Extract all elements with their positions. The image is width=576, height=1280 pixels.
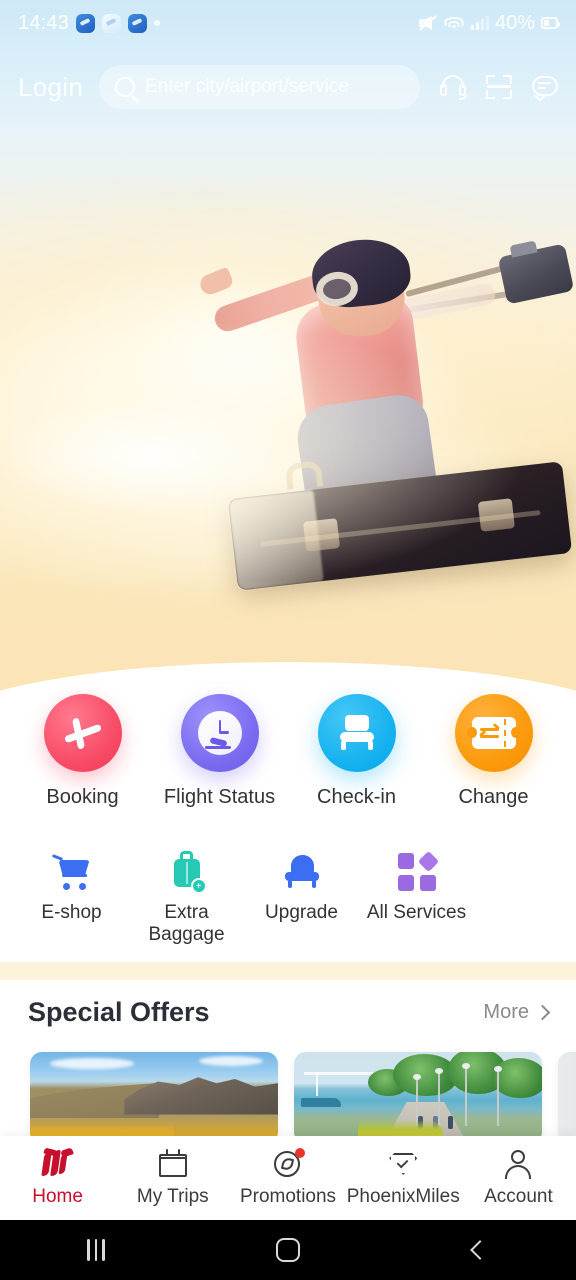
battery-icon xyxy=(541,17,560,29)
nav-label: Account xyxy=(484,1186,553,1207)
calendar-icon xyxy=(156,1148,190,1180)
quick-action-label: Change xyxy=(458,786,529,808)
mute-icon xyxy=(418,15,438,31)
status-time: 14:43 xyxy=(18,11,70,34)
more-label: More xyxy=(483,1000,529,1023)
offer-card-mountain[interactable] xyxy=(30,1052,278,1144)
compass-icon xyxy=(271,1148,305,1180)
phoenix-logo-icon xyxy=(40,1147,75,1180)
cart-icon xyxy=(51,848,92,896)
services-row: E-shop + Extra Baggage Upgrade All Servi… xyxy=(0,848,576,946)
person-icon xyxy=(501,1148,535,1180)
quick-action-booking[interactable]: Booking xyxy=(21,694,145,809)
battery-percent: 40% xyxy=(494,11,535,34)
nav-label: Promotions xyxy=(239,1186,337,1207)
more-link[interactable]: More xyxy=(483,1000,551,1024)
quick-action-check-in[interactable]: Check-in xyxy=(295,694,419,809)
offer-image xyxy=(294,1052,542,1144)
nav-item-promotions[interactable]: Promotions xyxy=(230,1148,345,1208)
status-bar-left: 14:43 xyxy=(18,11,161,35)
suitcase-shape xyxy=(227,461,573,591)
service-e-shop[interactable]: E-shop xyxy=(14,848,129,946)
status-bar-right: 40% xyxy=(418,11,560,35)
special-offers-section: Special Offers More xyxy=(0,984,576,1144)
special-offers-carousel[interactable] xyxy=(0,1040,576,1144)
offer-image xyxy=(558,1052,576,1144)
wifi-icon xyxy=(444,15,465,31)
nav-item-home[interactable]: Home xyxy=(0,1147,115,1208)
offer-card-seaside[interactable] xyxy=(294,1052,542,1144)
seat-icon xyxy=(317,694,396,772)
login-button[interactable]: Login xyxy=(16,68,85,107)
offer-card-partial[interactable] xyxy=(558,1052,576,1144)
app-notification-icon xyxy=(102,13,122,33)
search-placeholder: Enter city/airport/service xyxy=(145,76,349,97)
quick-actions-row: Booking Flight Status Check-in Change xyxy=(0,694,576,809)
baggage-plus-icon: + xyxy=(169,848,207,896)
back-icon xyxy=(470,1240,490,1260)
hand-shape xyxy=(197,266,235,298)
quick-action-label: Check-in xyxy=(317,786,396,808)
android-recents-button[interactable] xyxy=(0,1239,192,1261)
scan-icon[interactable] xyxy=(484,72,514,102)
quick-action-label: Booking xyxy=(46,786,119,808)
service-label: Extra xyxy=(164,902,209,923)
clock-arrival-icon xyxy=(180,694,259,772)
diamond-icon xyxy=(386,1148,420,1180)
status-bar: 14:43 40% xyxy=(0,0,576,46)
quick-action-change[interactable]: Change xyxy=(432,694,556,809)
service-upgrade[interactable]: Upgrade xyxy=(244,848,359,946)
android-back-button[interactable] xyxy=(384,1240,576,1260)
app-header: Login Enter city/airport/service xyxy=(0,56,576,118)
chevron-right-icon xyxy=(534,1004,551,1020)
nav-item-account[interactable]: Account xyxy=(461,1148,576,1208)
nav-item-my-trips[interactable]: My Trips xyxy=(115,1148,230,1208)
app-notification-icon xyxy=(76,13,96,33)
grid-icon xyxy=(397,848,439,896)
service-label: Upgrade xyxy=(265,902,338,923)
ticket-exchange-icon xyxy=(454,694,533,772)
service-all-services[interactable]: All Services xyxy=(359,848,474,946)
nav-label: My Trips xyxy=(136,1186,209,1207)
suitcase-latch xyxy=(477,498,515,533)
app-notification-icon xyxy=(128,13,148,33)
notification-dot xyxy=(154,20,161,26)
quick-action-flight-status[interactable]: Flight Status xyxy=(158,694,282,809)
section-divider xyxy=(0,962,576,980)
service-label: Baggage xyxy=(148,924,225,946)
special-offers-header: Special Offers More xyxy=(0,984,576,1040)
nav-label: Home xyxy=(32,1186,83,1207)
service-label: E-shop xyxy=(41,902,102,923)
bottom-navigation: Home My Trips Promotions PhoenixMiles Ac… xyxy=(0,1136,576,1220)
recents-icon xyxy=(87,1239,105,1261)
signal-icon xyxy=(470,16,489,30)
upgrade-seat-icon xyxy=(282,848,322,896)
suitcase-handle xyxy=(284,460,324,490)
plane-icon xyxy=(43,694,122,772)
offer-image xyxy=(30,1052,278,1144)
message-icon[interactable] xyxy=(530,72,560,102)
android-navigation-bar xyxy=(0,1220,576,1280)
header-icon-group xyxy=(438,72,560,102)
service-extra-baggage[interactable]: + Extra Baggage xyxy=(129,848,244,946)
nav-label: PhoenixMiles xyxy=(346,1186,460,1207)
notification-badge xyxy=(295,1148,305,1158)
section-title: Special Offers xyxy=(28,996,210,1027)
headset-icon[interactable] xyxy=(438,72,468,102)
quick-action-label: Flight Status xyxy=(163,786,276,808)
search-input[interactable]: Enter city/airport/service xyxy=(99,65,420,109)
nav-item-phoenixmiles[interactable]: PhoenixMiles xyxy=(346,1148,461,1208)
service-label: All Services xyxy=(366,902,467,923)
android-home-button[interactable] xyxy=(192,1238,384,1262)
camera-icon xyxy=(497,243,575,305)
home-icon xyxy=(276,1238,300,1262)
suitcase-latch xyxy=(302,518,341,553)
app-screen: 14:43 40% Login Enter city/airport/servi… xyxy=(0,0,576,1280)
search-icon xyxy=(115,77,136,97)
